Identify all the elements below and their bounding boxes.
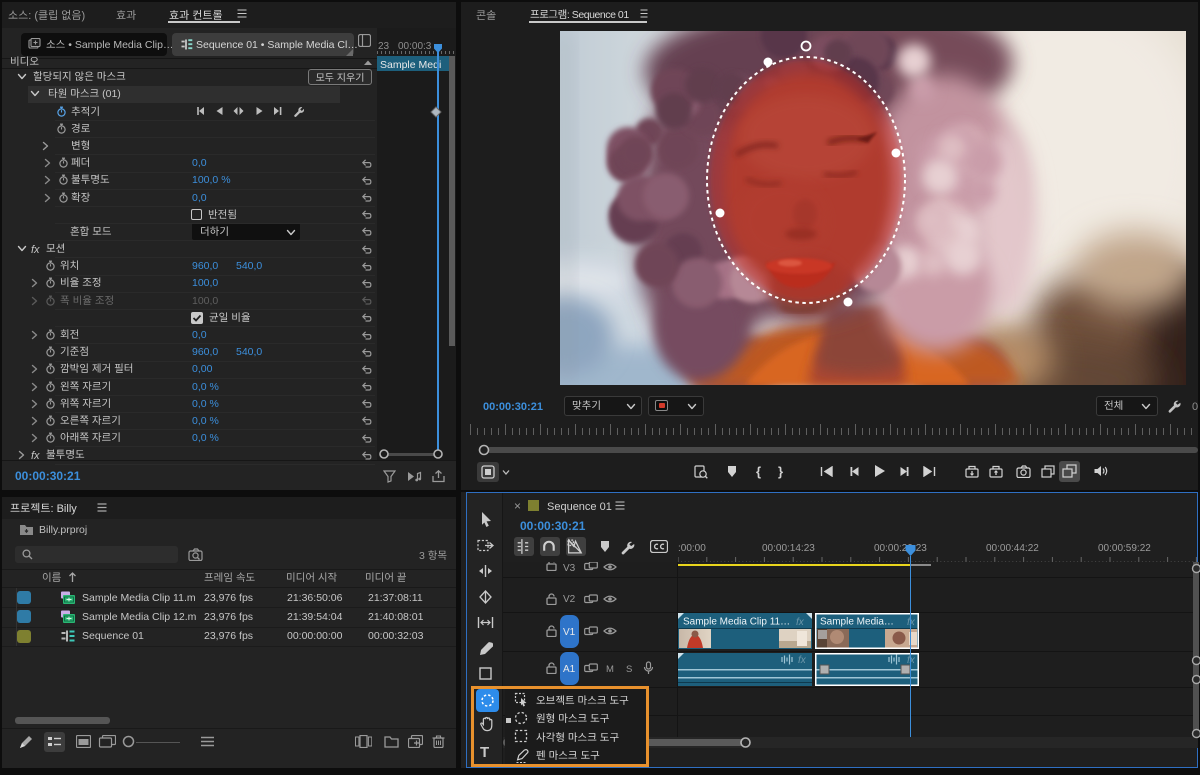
svg-text:fx: fx <box>796 617 805 628</box>
svg-text:Sample Media…: Sample Media… <box>820 613 894 628</box>
svg-text:Sample Media Clip 11…: Sample Media Clip 11… <box>683 613 790 628</box>
svg-text:fx: fx <box>907 655 916 666</box>
svg-text:fx: fx <box>798 655 807 666</box>
svg-text:fx: fx <box>907 617 916 628</box>
